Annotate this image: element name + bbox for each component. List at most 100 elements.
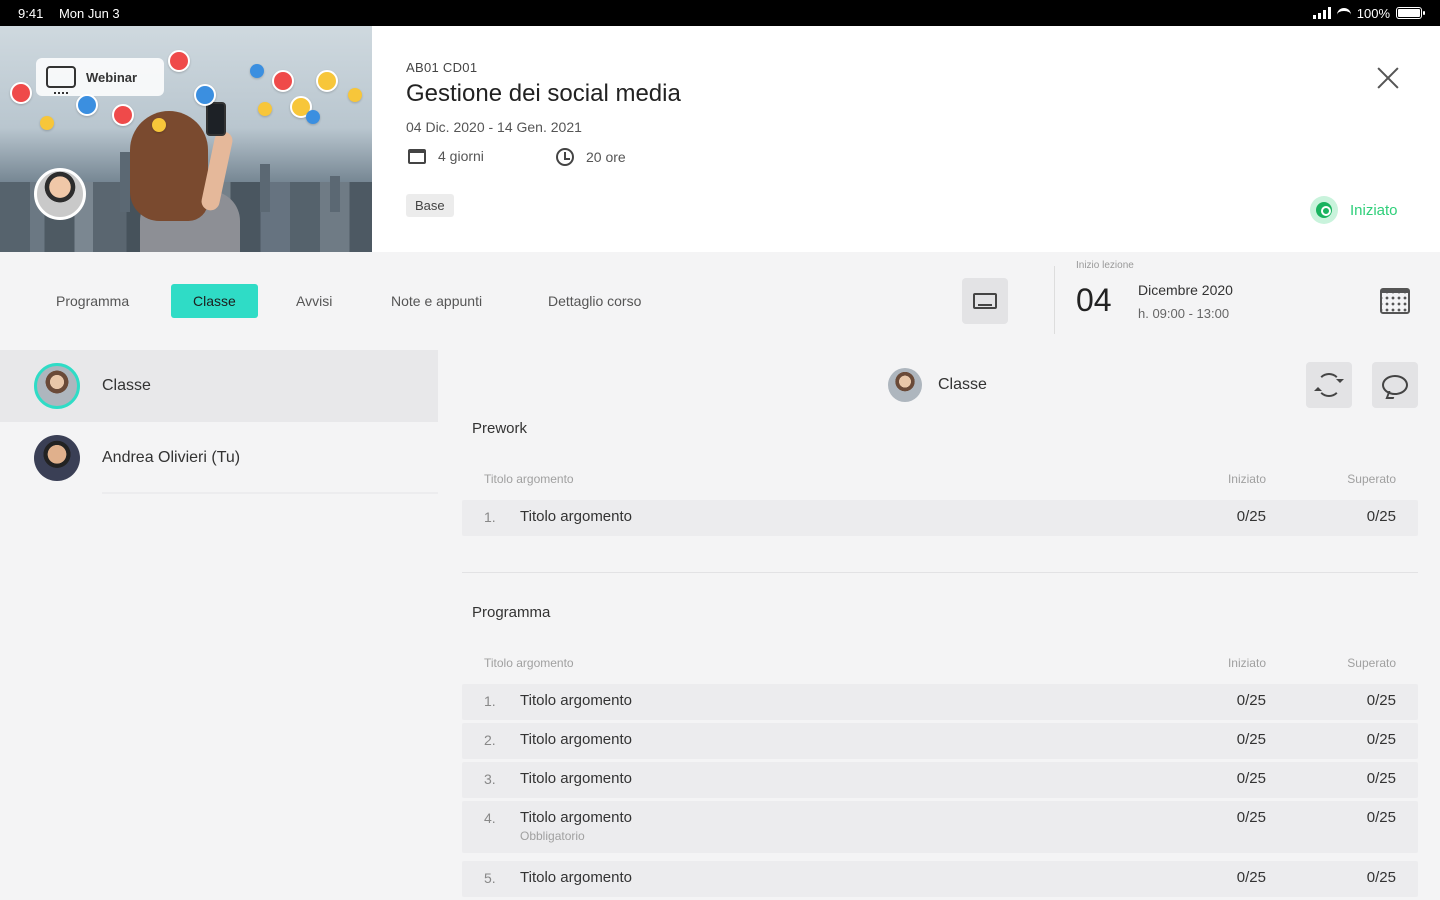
status-time: 9:41 (18, 5, 44, 21)
webinar-label: Webinar (86, 69, 138, 85)
course-code: AB01 CD01 (406, 60, 478, 75)
divider (1054, 266, 1055, 334)
row-number: 1. (484, 509, 496, 525)
calendar-icon[interactable] (1380, 288, 1410, 314)
row-title: Titolo argomento (520, 869, 633, 886)
course-header: Webinar AB01 CD01 Gestione dei social me… (0, 26, 1440, 252)
page-title: Classe (938, 376, 987, 393)
table-row[interactable]: 5. Titolo argomento 0/25 0/25 (462, 861, 1418, 897)
chat-button[interactable] (1372, 362, 1418, 408)
lesson-day: 04 (1076, 282, 1112, 318)
heart-icon (10, 82, 32, 104)
status-icon (1310, 196, 1338, 224)
refresh-icon (1314, 373, 1344, 397)
row-number: 1. (484, 693, 496, 709)
section-title-programma: Programma (472, 604, 551, 621)
column-header: Iniziato (1227, 656, 1266, 670)
sidebar: Classe Andrea Olivieri (Tu) (0, 350, 438, 900)
avatar (34, 363, 80, 409)
row-number: 3. (484, 771, 496, 787)
row-title: Titolo argomento (520, 770, 633, 787)
chat-icon (1382, 375, 1408, 395)
close-icon[interactable] (1372, 62, 1404, 94)
refresh-button[interactable] (1306, 362, 1352, 408)
instructor-avatar (34, 168, 86, 220)
column-header: Superato (1347, 472, 1396, 486)
row-started: 0/25 (1236, 869, 1266, 886)
row-passed: 0/25 (1366, 809, 1396, 826)
row-title: Titolo argomento (520, 508, 633, 525)
like-icon (76, 94, 98, 116)
webinar-badge: Webinar (36, 58, 164, 96)
column-header: Titolo argomento (484, 472, 574, 486)
course-title: Gestione dei social media (406, 80, 681, 107)
section-title-prework: Prework (472, 420, 528, 437)
sidebar-item-andrea-olivieri[interactable]: Andrea Olivieri (Tu) (0, 422, 438, 494)
divider (462, 572, 1418, 573)
row-title: Titolo argomento (520, 809, 633, 826)
tab-note-e-appunti[interactable]: Note e appunti (369, 284, 504, 318)
heart-icon (272, 70, 294, 92)
duration-hours: 20 ore (556, 148, 626, 166)
level-tag: Base (406, 194, 454, 217)
course-status: Iniziato (1310, 196, 1398, 224)
heart-icon (168, 50, 190, 72)
avatar (34, 435, 80, 481)
row-passed: 0/25 (1366, 692, 1396, 709)
status-bar: 9:41 Mon Jun 3 100% (0, 0, 1440, 26)
row-required-label: Obbligatorio (520, 829, 585, 843)
duration-days: 4 giorni (408, 148, 484, 164)
smile-icon (316, 70, 338, 92)
screen-button[interactable] (962, 278, 1008, 324)
like-icon (194, 84, 216, 106)
row-started: 0/25 (1236, 692, 1266, 709)
tabs-bar: Programma Classe Avvisi Note e appunti D… (0, 252, 1440, 348)
course-cover-image: Webinar (0, 26, 372, 252)
column-header: Superato (1347, 656, 1396, 670)
status-text: Iniziato (1350, 201, 1398, 219)
tab-classe[interactable]: Classe (171, 284, 258, 318)
smile-icon (258, 102, 272, 116)
calendar-icon (408, 148, 426, 164)
battery-percent: 100% (1356, 5, 1390, 21)
sidebar-item-label: Andrea Olivieri (Tu) (102, 449, 241, 466)
table-row[interactable]: 3. Titolo argomento 0/25 0/25 (462, 762, 1418, 798)
row-title: Titolo argomento (520, 692, 633, 709)
tab-programma[interactable]: Programma (34, 284, 151, 318)
column-header: Iniziato (1227, 472, 1266, 486)
row-passed: 0/25 (1366, 731, 1396, 748)
tab-dettaglio-corso[interactable]: Dettaglio corso (526, 284, 663, 318)
webinar-icon (46, 66, 76, 94)
signal-icon (1312, 7, 1331, 19)
row-title: Titolo argomento (520, 731, 633, 748)
clock-icon (556, 148, 574, 166)
row-number: 4. (484, 810, 496, 826)
wifi-icon (1336, 8, 1351, 18)
table-row[interactable]: 1. Titolo argomento 0/25 0/25 (462, 684, 1418, 720)
row-started: 0/25 (1236, 770, 1266, 787)
table-row[interactable]: 1. Titolo argomento 0/25 0/25 (462, 500, 1418, 536)
smile-icon (348, 88, 362, 102)
lesson-caption: Inizio lezione (1076, 260, 1134, 271)
smile-icon (40, 116, 54, 130)
main-panel: Classe Prework Titolo argomento Iniziato… (440, 350, 1440, 900)
row-passed: 0/25 (1366, 869, 1396, 886)
column-header: Titolo argomento (484, 656, 574, 670)
course-dates: 04 Dic. 2020 - 14 Gen. 2021 (406, 119, 582, 135)
table-row[interactable]: 2. Titolo argomento 0/25 0/25 (462, 723, 1418, 759)
table-row[interactable]: 4. Titolo argomento Obbligatorio 0/25 0/… (462, 801, 1418, 853)
phone-icon (206, 102, 226, 136)
tab-avvisi[interactable]: Avvisi (274, 284, 354, 318)
smile-icon (152, 118, 166, 132)
row-started: 0/25 (1236, 731, 1266, 748)
row-passed: 0/25 (1366, 770, 1396, 787)
row-number: 5. (484, 870, 496, 886)
heart-icon (112, 104, 134, 126)
sidebar-item-label: Classe (102, 377, 151, 394)
row-started: 0/25 (1236, 809, 1266, 826)
duration-hours-text: 20 ore (586, 149, 626, 165)
row-number: 2. (484, 732, 496, 748)
row-passed: 0/25 (1366, 508, 1396, 525)
battery-icon (1396, 7, 1425, 19)
sidebar-item-classe[interactable]: Classe (0, 350, 438, 422)
